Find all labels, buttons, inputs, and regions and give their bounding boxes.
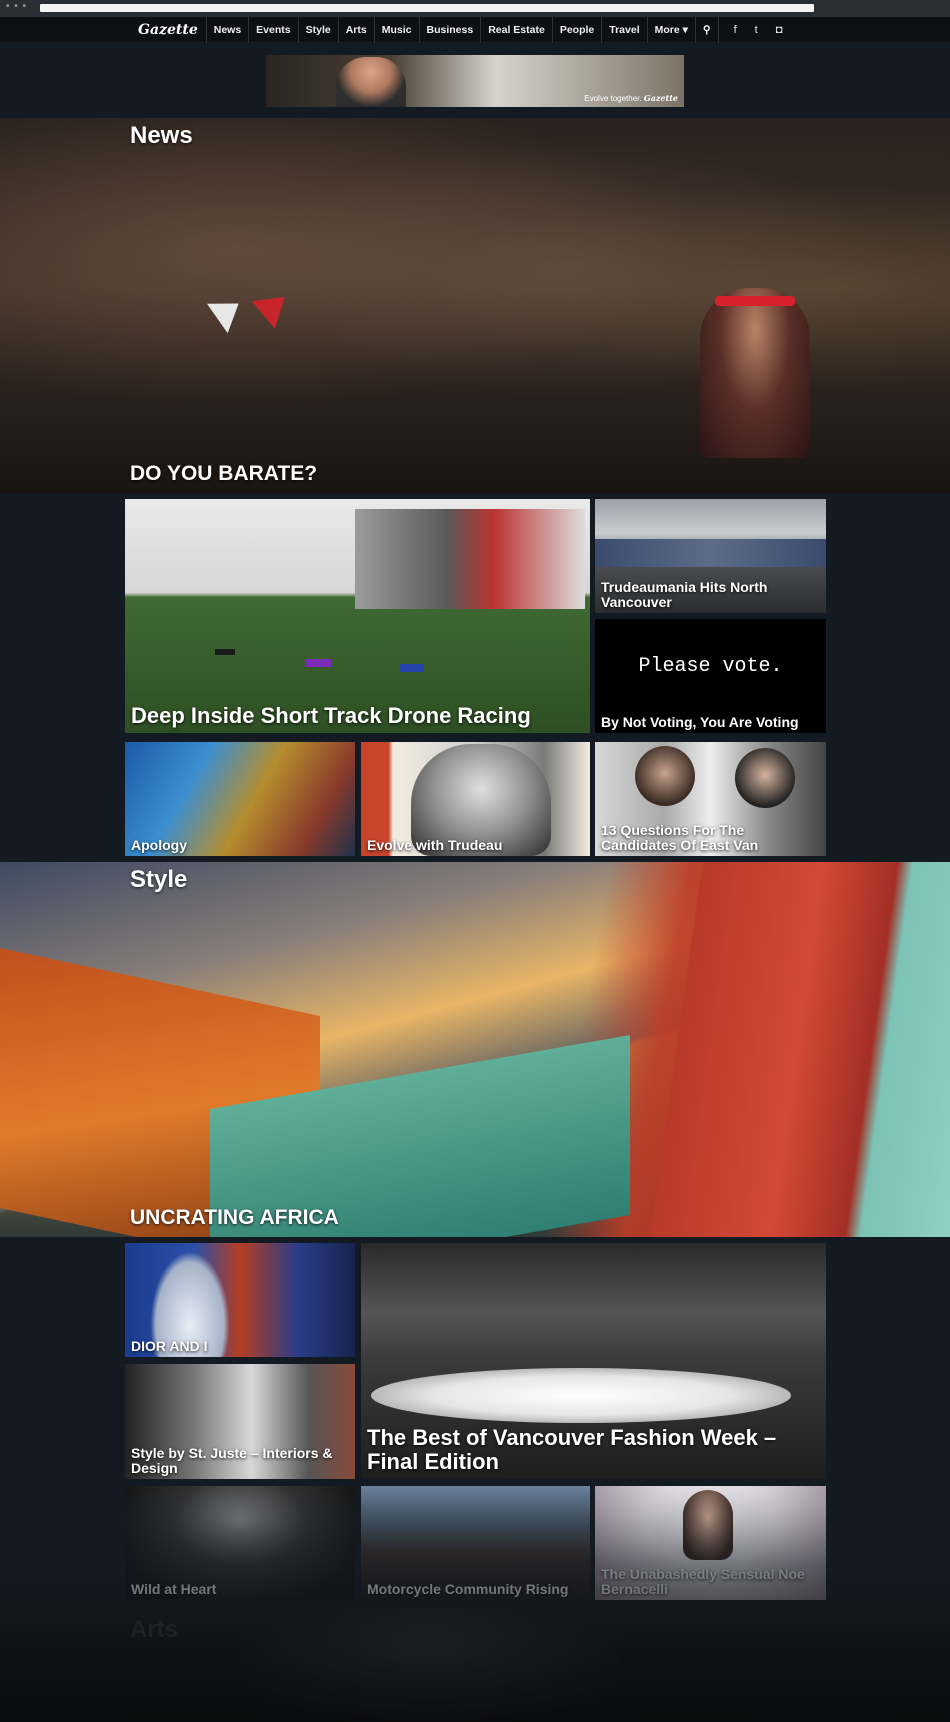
nav-item-real-estate[interactable]: Real Estate	[481, 17, 553, 43]
nav-item-more[interactable]: More ▾	[648, 17, 696, 43]
nav-item-people[interactable]: People	[553, 17, 603, 43]
site-logo[interactable]: Gazette	[130, 17, 207, 43]
section-title-style[interactable]: Style	[130, 866, 187, 894]
tile-caption: Style by St. Juste – Interiors & Design	[131, 1445, 333, 1476]
tile-caption: The Unabashedly Sensual Noe Bernacelli	[601, 1566, 805, 1597]
nav-item-news[interactable]: News	[207, 17, 250, 43]
facebook-icon[interactable]: f	[725, 17, 746, 43]
ad-tagline: Evolve together. Gazette	[584, 93, 678, 103]
style-hero[interactable]: Style UNCRATING AFRICA	[0, 862, 950, 1237]
tile-caption: Evolve with Trudeau	[367, 837, 503, 853]
tile-caption: Deep Inside Short Track Drone Racing	[131, 703, 531, 728]
news-tile-please-vote[interactable]: Please vote. By Not Voting, You Are Voti…	[595, 619, 826, 733]
tile-caption: Motorcycle Community Rising	[367, 1581, 569, 1597]
hero-headline[interactable]: UNCRATING AFRICA	[130, 1206, 339, 1230]
ad-tagline-text: Evolve together.	[584, 94, 642, 103]
spotlight-image	[371, 1368, 791, 1423]
news-tile-13-questions[interactable]: 13 Questions For The Candidates Of East …	[595, 742, 826, 856]
drone-image	[215, 649, 235, 655]
tile-caption: Apology	[131, 837, 187, 853]
instagram-icon[interactable]: ◘	[767, 17, 792, 43]
style-tile-wild-at-heart[interactable]: Wild at Heart	[125, 1486, 355, 1600]
style-tile-noe-bernacelli[interactable]: The Unabashedly Sensual Noe Bernacelli	[595, 1486, 826, 1600]
tile-caption: 13 Questions For The Candidates Of East …	[601, 822, 759, 853]
ad-person-image	[336, 57, 406, 107]
twitter-icon[interactable]: t	[746, 17, 767, 43]
nav-item-events[interactable]: Events	[249, 17, 299, 43]
candidate-photo	[635, 746, 695, 806]
nav-item-travel[interactable]: Travel	[602, 17, 648, 43]
search-icon[interactable]: ⚲	[696, 17, 719, 43]
style-tile-vancouver-fashion-week[interactable]: The Best of Vancouver Fashion Week – Fin…	[361, 1243, 826, 1479]
red-flag-image	[251, 283, 297, 329]
white-flag-image	[207, 288, 249, 334]
section-title-news[interactable]: News	[130, 122, 193, 150]
nav-item-business[interactable]: Business	[420, 17, 482, 43]
nav-item-music[interactable]: Music	[375, 17, 420, 43]
bartender-figure	[700, 288, 810, 458]
news-tile-trudeaumania[interactable]: Trudeaumania Hits North Vancouver	[595, 499, 826, 613]
news-tile-evolve-trudeau[interactable]: Evolve with Trudeau	[361, 742, 590, 856]
section-title-arts[interactable]: Arts	[130, 1616, 178, 1644]
style-tile-dior[interactable]: DIOR AND I	[125, 1243, 355, 1357]
style-tile-st-juste[interactable]: Style by St. Juste – Interiors & Design	[125, 1364, 355, 1479]
hero-headline[interactable]: DO YOU BARATE?	[130, 462, 317, 486]
arts-portrait-image	[240, 1608, 620, 1722]
drone-image	[400, 664, 424, 672]
image-text: Please vote.	[638, 655, 783, 678]
site-navigation: Gazette News Events Style Arts Music Bus…	[0, 17, 950, 43]
stacked-containers-image	[650, 862, 950, 1237]
window-controls[interactable]: • • •	[6, 2, 27, 12]
arts-hero[interactable]: Arts	[0, 1608, 950, 1722]
ad-brand: Gazette	[643, 93, 678, 103]
drone-image	[305, 659, 331, 667]
nav-item-style[interactable]: Style	[299, 17, 339, 43]
ad-banner[interactable]: Evolve together. Gazette	[266, 55, 684, 107]
candidate-photo	[735, 748, 795, 808]
tile-caption: Trudeaumania Hits North Vancouver	[601, 579, 768, 610]
news-tile-apology[interactable]: Apology	[125, 742, 355, 856]
headband	[715, 296, 795, 306]
tile-caption: The Best of Vancouver Fashion Week – Fin…	[367, 1425, 777, 1474]
news-tile-drone-racing[interactable]: Deep Inside Short Track Drone Racing	[125, 499, 590, 733]
address-bar[interactable]	[40, 4, 814, 12]
arena-wall-image	[355, 509, 585, 609]
style-tile-motorcycle[interactable]: Motorcycle Community Rising	[361, 1486, 590, 1600]
tile-caption: By Not Voting, You Are Voting	[601, 714, 799, 730]
model-portrait	[683, 1490, 733, 1560]
browser-toolbar: • • •	[0, 0, 950, 17]
tile-caption: DIOR AND I	[131, 1338, 208, 1354]
crowd-image	[595, 539, 826, 567]
tile-caption: Wild at Heart	[131, 1581, 217, 1597]
news-hero[interactable]: News DO YOU BARATE?	[0, 118, 950, 493]
nav-item-arts[interactable]: Arts	[339, 17, 375, 43]
